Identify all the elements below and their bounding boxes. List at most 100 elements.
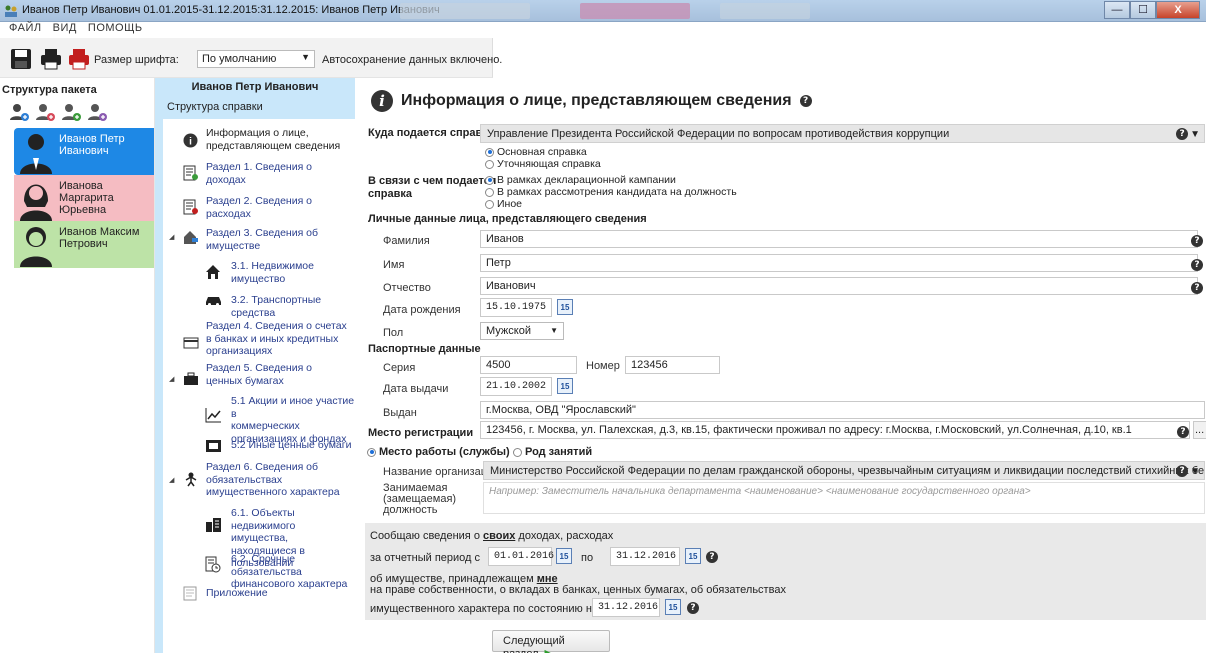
menu-help[interactable]: ПОМОЩЬ: [88, 22, 143, 34]
period-from-field[interactable]: 01.01.2016: [488, 547, 554, 566]
nav-section-6[interactable]: Раздел 6. Сведения об обязательствах иму…: [206, 461, 340, 499]
font-size-select[interactable]: По умолчанию ▼: [197, 50, 315, 68]
report-line-1: Сообщаю сведения о своих доходах, расход…: [370, 530, 613, 542]
organization-dropdown[interactable]: Министерство Российской Федерации по дел…: [483, 461, 1205, 480]
calendar-icon[interactable]: 15: [665, 599, 681, 615]
person-card-selected[interactable]: Иванов Петр Иванович: [14, 128, 154, 175]
bank-card-icon: [183, 337, 199, 349]
house-icon: [206, 265, 220, 279]
help-icon[interactable]: ?: [1176, 128, 1189, 140]
nav-label: коммерческих: [231, 420, 300, 432]
add-spouse-icon[interactable]: [34, 102, 56, 122]
nav-section-1[interactable]: Раздел 1. Сведения о доходах: [206, 161, 312, 186]
nav-label: 3.1. Недвижимое: [231, 260, 314, 272]
collapse-arrow-icon[interactable]: ◢: [169, 233, 174, 241]
save-icon[interactable]: [10, 48, 32, 70]
nav-section-4[interactable]: Раздел 4. Сведения о счетах в банках и и…: [206, 320, 347, 358]
position-field[interactable]: Например: Заместитель начальника департа…: [483, 482, 1205, 514]
person-card[interactable]: Иванов Максим Петрович: [14, 221, 154, 268]
sex-label: Пол: [383, 327, 404, 339]
collapse-arrow-icon[interactable]: ◢: [169, 476, 174, 484]
nav-section-3-1[interactable]: 3.1. Недвижимое имущество: [231, 260, 314, 285]
patronymic-field[interactable]: Иванович: [480, 277, 1198, 295]
nav-section-3-2[interactable]: 3.2. Транспортные средства: [231, 294, 355, 319]
calendar-icon[interactable]: 15: [685, 548, 701, 564]
state-date-field[interactable]: 31.12.2016: [592, 598, 660, 617]
person-card[interactable]: Иванова Маргарита Юрьевна: [14, 175, 154, 222]
occupation-radio[interactable]: Род занятий: [513, 446, 592, 458]
add-person-icon[interactable]: [8, 102, 30, 122]
help-icon[interactable]: ?: [1177, 426, 1189, 438]
nav-person-info[interactable]: Информация о лице, представляющем сведен…: [206, 127, 340, 152]
calendar-icon[interactable]: 15: [557, 378, 573, 394]
name-label: Имя: [383, 259, 405, 271]
period-to-label: по: [581, 552, 594, 564]
structure-person-name: Иванов Петр Иванович: [191, 81, 319, 93]
add-child-icon[interactable]: [60, 102, 82, 122]
calendar-icon[interactable]: 15: [557, 299, 573, 315]
add-member-icon[interactable]: [86, 102, 108, 122]
series-field[interactable]: 4500: [480, 356, 577, 374]
minimize-button[interactable]: —: [1104, 1, 1130, 19]
next-section-button[interactable]: Следующий раздел▶: [492, 630, 610, 653]
help-icon[interactable]: ?: [1191, 259, 1203, 271]
help-icon[interactable]: ?: [1191, 282, 1203, 294]
car-icon: [206, 297, 221, 306]
nav-section-6-2[interactable]: 6.2. Срочные обязательства финансового х…: [231, 553, 355, 591]
issue-date-field[interactable]: 21.10.2002: [480, 377, 552, 396]
nav-label: организациях: [206, 345, 273, 357]
help-icon[interactable]: ?: [799, 95, 812, 107]
period-to-field[interactable]: 31.12.2016: [610, 547, 680, 566]
menu-file[interactable]: ФАЙЛ: [9, 22, 42, 34]
nav-label: ценных бумагах: [206, 374, 284, 387]
work-place-radio[interactable]: Место работы (службы): [367, 446, 510, 458]
series-label: Серия: [383, 362, 416, 374]
nav-section-3[interactable]: Раздел 3. Сведения об имуществе: [206, 227, 318, 252]
reason-declaration-radio[interactable]: В рамках декларационной кампании: [485, 174, 676, 186]
chevron-down-icon: ▼: [1190, 128, 1200, 140]
number-field[interactable]: 123456: [625, 356, 720, 374]
nav-section-5-1[interactable]: 5.1 Акции и иное участие в коммерческих …: [231, 395, 355, 445]
taskbar-blur: [720, 3, 810, 19]
collapse-arrow-icon[interactable]: ◢: [169, 375, 174, 383]
report-period-box: Сообщаю сведения о своих доходах, расход…: [365, 523, 1206, 620]
person-name: Маргарита: [59, 192, 114, 204]
reason-label: В связи с чем подается: [368, 175, 497, 187]
name-field[interactable]: Петр: [480, 254, 1198, 272]
number-label: Номер: [586, 360, 620, 372]
help-icon[interactable]: ?: [1176, 465, 1189, 477]
registration-field[interactable]: 123456, г. Москва, ул. Палехская, д.3, к…: [480, 421, 1190, 439]
print-icon[interactable]: [40, 48, 62, 70]
type-main-radio[interactable]: Основная справка: [485, 146, 587, 158]
help-icon[interactable]: ?: [687, 602, 699, 614]
close-button[interactable]: X: [1156, 1, 1200, 19]
birth-date-field[interactable]: 15.10.1975: [480, 298, 552, 317]
calendar-icon[interactable]: 15: [556, 548, 572, 564]
surname-field[interactable]: Иванов: [480, 230, 1198, 248]
nav-label: Раздел 6. Сведения об: [206, 461, 319, 473]
nav-label: Приложение: [206, 587, 268, 599]
help-icon[interactable]: ?: [1191, 235, 1203, 247]
radio-dot: [485, 159, 494, 169]
nav-section-5-2[interactable]: 5.2 Иные ценные бумаги: [231, 439, 351, 452]
issued-by-field[interactable]: г.Москва, ОВД "Ярославский": [480, 401, 1205, 419]
expense-doc-icon: [183, 199, 198, 215]
nav-section-2[interactable]: Раздел 2. Сведения о расходах: [206, 195, 312, 220]
help-icon[interactable]: ?: [706, 551, 718, 563]
maximize-button[interactable]: ☐: [1130, 1, 1156, 19]
person-name: Юрьевна: [59, 204, 107, 216]
where-dropdown[interactable]: Управление Президента Российской Федерац…: [480, 124, 1205, 143]
print-preview-icon[interactable]: [68, 48, 90, 70]
sex-select[interactable]: Мужской ▼: [480, 322, 564, 340]
structure-subtitle: Структура справки: [167, 101, 263, 113]
reason-other-radio[interactable]: Иное: [485, 198, 522, 210]
menu-view[interactable]: ВИД: [53, 22, 77, 34]
radio-label: В рамках рассмотрения кандидата на должн…: [497, 186, 737, 198]
nav-section-5[interactable]: Раздел 5. Сведения о ценных бумагах: [206, 362, 312, 387]
nav-appendix[interactable]: Приложение: [206, 587, 268, 600]
more-button[interactable]: ...: [1193, 421, 1206, 439]
report-text: доходах, расходах: [515, 530, 614, 542]
reason-candidate-radio[interactable]: В рамках рассмотрения кандидата на должн…: [485, 186, 737, 198]
type-correction-radio[interactable]: Уточняющая справка: [485, 158, 601, 170]
position-label-line: должность: [383, 504, 438, 516]
